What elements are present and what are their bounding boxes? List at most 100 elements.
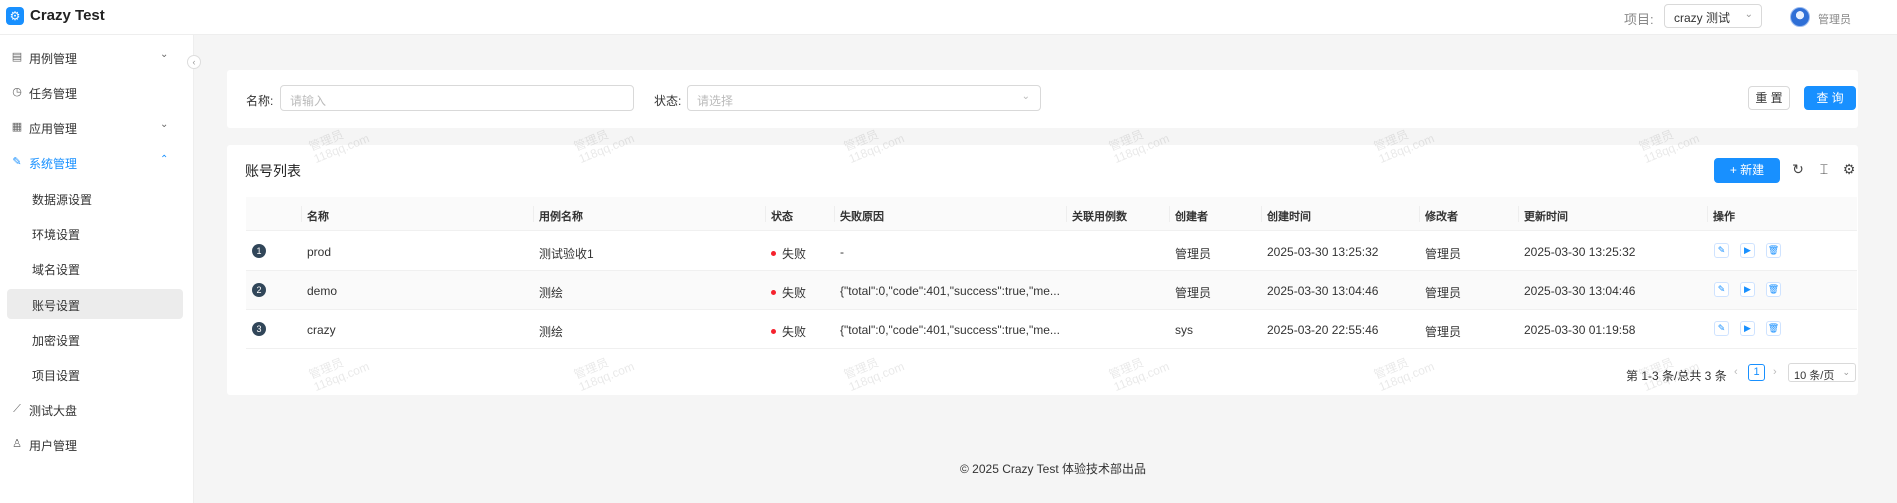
run-icon[interactable]: ▶	[1740, 282, 1755, 297]
sidebar-subitem-label: 项目设置	[32, 369, 81, 383]
cell-name: demo	[307, 284, 338, 298]
sidebar-subitem-label: 账号设置	[32, 299, 81, 313]
sidebar: ▤ 用例管理 ⌄ ◷ 任务管理 ▦ 应用管理 ⌄ ✎ 系统管理 ⌃ 数据源设置 …	[0, 35, 194, 503]
sidebar-item-label: 任务管理	[29, 87, 78, 101]
edit-icon[interactable]: ✎	[1714, 321, 1729, 336]
status-dot-icon	[771, 290, 776, 296]
cell-fail-reason: -	[840, 245, 844, 259]
sidebar-subitem-account[interactable]: 账号设置	[7, 289, 183, 319]
new-button-label: 新建	[1740, 163, 1765, 177]
sidebar-item-test-dashboard[interactable]: ⟋ 测试大盘	[0, 394, 194, 424]
col-actions: 操作	[1713, 211, 1735, 223]
page-size-select[interactable]: 10 条/页 ⌄	[1788, 363, 1856, 382]
col-created-time[interactable]: 创建时间	[1267, 208, 1311, 224]
sidebar-item-label: 用户管理	[29, 439, 78, 453]
sidebar-subitem-label: 加密设置	[32, 334, 81, 348]
sidebar-item-system-management[interactable]: ✎ 系统管理 ⌃	[0, 147, 194, 177]
query-button[interactable]: 查 询	[1804, 86, 1856, 110]
col-modifier[interactable]: 修改者	[1425, 208, 1458, 224]
column-height-icon[interactable]: ⌶	[1816, 161, 1832, 178]
account-table-panel: 账号列表 + 新建 ↻ ⌶ ⚙ 名称 用例名称 状态 失败原因 关联用例数 创建…	[227, 145, 1858, 395]
cell-modifier: 管理员	[1425, 325, 1462, 339]
status-dot-icon	[771, 329, 776, 335]
cell-modifier: 管理员	[1425, 247, 1462, 261]
page-size-value: 10 条/页	[1794, 370, 1835, 382]
edit-icon[interactable]: ✎	[1714, 282, 1729, 297]
project-select[interactable]: crazy 测试 ⌄	[1664, 4, 1762, 28]
cell-creator: sys	[1175, 323, 1193, 337]
status-text: 失败	[782, 325, 807, 339]
search-panel: 名称: 请输入 状态: 请选择 ⌄ 重 置 查 询	[227, 70, 1858, 128]
delete-icon[interactable]: 🗑	[1766, 321, 1781, 336]
sidebar-item-label: 用例管理	[29, 52, 78, 66]
sidebar-subitem-project[interactable]: 项目设置	[7, 359, 183, 389]
cell-status: 失败	[771, 245, 806, 262]
sidebar-item-user-management[interactable]: ♙ 用户管理	[0, 429, 194, 459]
refresh-icon[interactable]: ↻	[1790, 161, 1806, 178]
sidebar-item-app-management[interactable]: ▦ 应用管理 ⌄	[0, 112, 194, 142]
sidebar-subitem-datasource[interactable]: 数据源设置	[7, 183, 183, 213]
cell-created-time: 2025-03-30 13:04:46	[1267, 284, 1379, 298]
project-label: 项目:	[1624, 12, 1654, 27]
chevron-down-icon: ⌄	[1744, 9, 1753, 20]
cell-fail-reason: {"total":0,"code":401,"success":true,"me…	[840, 323, 1060, 337]
sidebar-subitem-domain[interactable]: 域名设置	[7, 253, 183, 283]
sidebar-item-case-management[interactable]: ▤ 用例管理 ⌄	[0, 42, 194, 72]
name-input[interactable]: 请输入	[280, 85, 634, 111]
table-title: 账号列表	[245, 163, 301, 179]
wrench-icon: ✎	[12, 156, 22, 168]
delete-icon[interactable]: 🗑	[1766, 243, 1781, 258]
sidebar-collapse-button[interactable]: ‹	[187, 55, 201, 69]
cell-updated-time: 2025-03-30 13:04:46	[1524, 284, 1636, 298]
user-name[interactable]: 管理员	[1818, 11, 1851, 27]
sidebar-subitem-encryption[interactable]: 加密设置	[7, 324, 183, 354]
col-name[interactable]: 名称	[307, 208, 329, 224]
edit-icon[interactable]: ✎	[1714, 243, 1729, 258]
col-fail-reason[interactable]: 失败原因	[840, 208, 884, 224]
status-label: 状态:	[654, 94, 682, 108]
cell-creator: 管理员	[1175, 247, 1212, 261]
status-select-placeholder: 请选择	[697, 94, 734, 108]
cell-name: prod	[307, 245, 332, 259]
sidebar-subitem-environment[interactable]: 环境设置	[7, 218, 183, 248]
table-row: 2 demo 测绘 失败 {"total":0,"code":401,"succ…	[246, 271, 1857, 310]
run-icon[interactable]: ▶	[1740, 321, 1755, 336]
sidebar-item-label: 系统管理	[29, 157, 78, 171]
cell-case-name: 测试验收1	[539, 247, 594, 261]
user-icon: ♙	[12, 438, 22, 450]
clock-icon: ◷	[12, 86, 22, 98]
app-title: Crazy Test	[30, 7, 105, 24]
avatar[interactable]	[1790, 7, 1810, 27]
run-icon[interactable]: ▶	[1740, 243, 1755, 258]
sidebar-item-label: 应用管理	[29, 122, 78, 136]
footer-copyright: © 2025 Crazy Test 体验技术部出品	[960, 462, 1147, 476]
delete-icon[interactable]: 🗑	[1766, 282, 1781, 297]
project-select-value: crazy 测试	[1674, 11, 1731, 25]
chevron-down-icon: ⌄	[1021, 91, 1030, 102]
status-text: 失败	[782, 286, 807, 300]
col-updated-time[interactable]: 更新时间	[1524, 208, 1568, 224]
settings-icon[interactable]: ⚙	[1841, 161, 1857, 178]
col-case-name[interactable]: 用例名称	[539, 208, 583, 224]
col-status[interactable]: 状态	[771, 208, 793, 224]
pagination-current-page[interactable]: 1	[1748, 364, 1765, 381]
col-linked-cases[interactable]: 关联用例数	[1072, 208, 1127, 224]
reset-button[interactable]: 重 置	[1748, 86, 1790, 110]
cell-created-time: 2025-03-20 22:55:46	[1267, 323, 1379, 337]
cell-updated-time: 2025-03-30 01:19:58	[1524, 323, 1636, 337]
chevron-down-icon: ⌄	[160, 119, 169, 130]
new-button[interactable]: + 新建	[1714, 158, 1780, 183]
sidebar-subitem-label: 数据源设置	[32, 193, 93, 207]
app-logo-icon: ⚙	[6, 7, 24, 25]
cell-status: 失败	[771, 284, 806, 301]
name-label: 名称:	[246, 94, 274, 108]
table-row: 3 crazy 测绘 失败 {"total":0,"code":401,"suc…	[246, 310, 1857, 349]
chevron-right-icon[interactable]: ›	[1773, 366, 1777, 378]
sidebar-item-task-management[interactable]: ◷ 任务管理	[0, 77, 194, 107]
cell-created-time: 2025-03-30 13:25:32	[1267, 245, 1379, 259]
col-creator[interactable]: 创建者	[1175, 208, 1208, 224]
status-select[interactable]: 请选择 ⌄	[687, 85, 1041, 111]
chevron-left-icon[interactable]: ‹	[1734, 366, 1738, 378]
sidebar-subitem-label: 环境设置	[32, 228, 81, 242]
table-row: 1 prod 测试验收1 失败 - 管理员 2025-03-30 13:25:3…	[246, 232, 1857, 271]
